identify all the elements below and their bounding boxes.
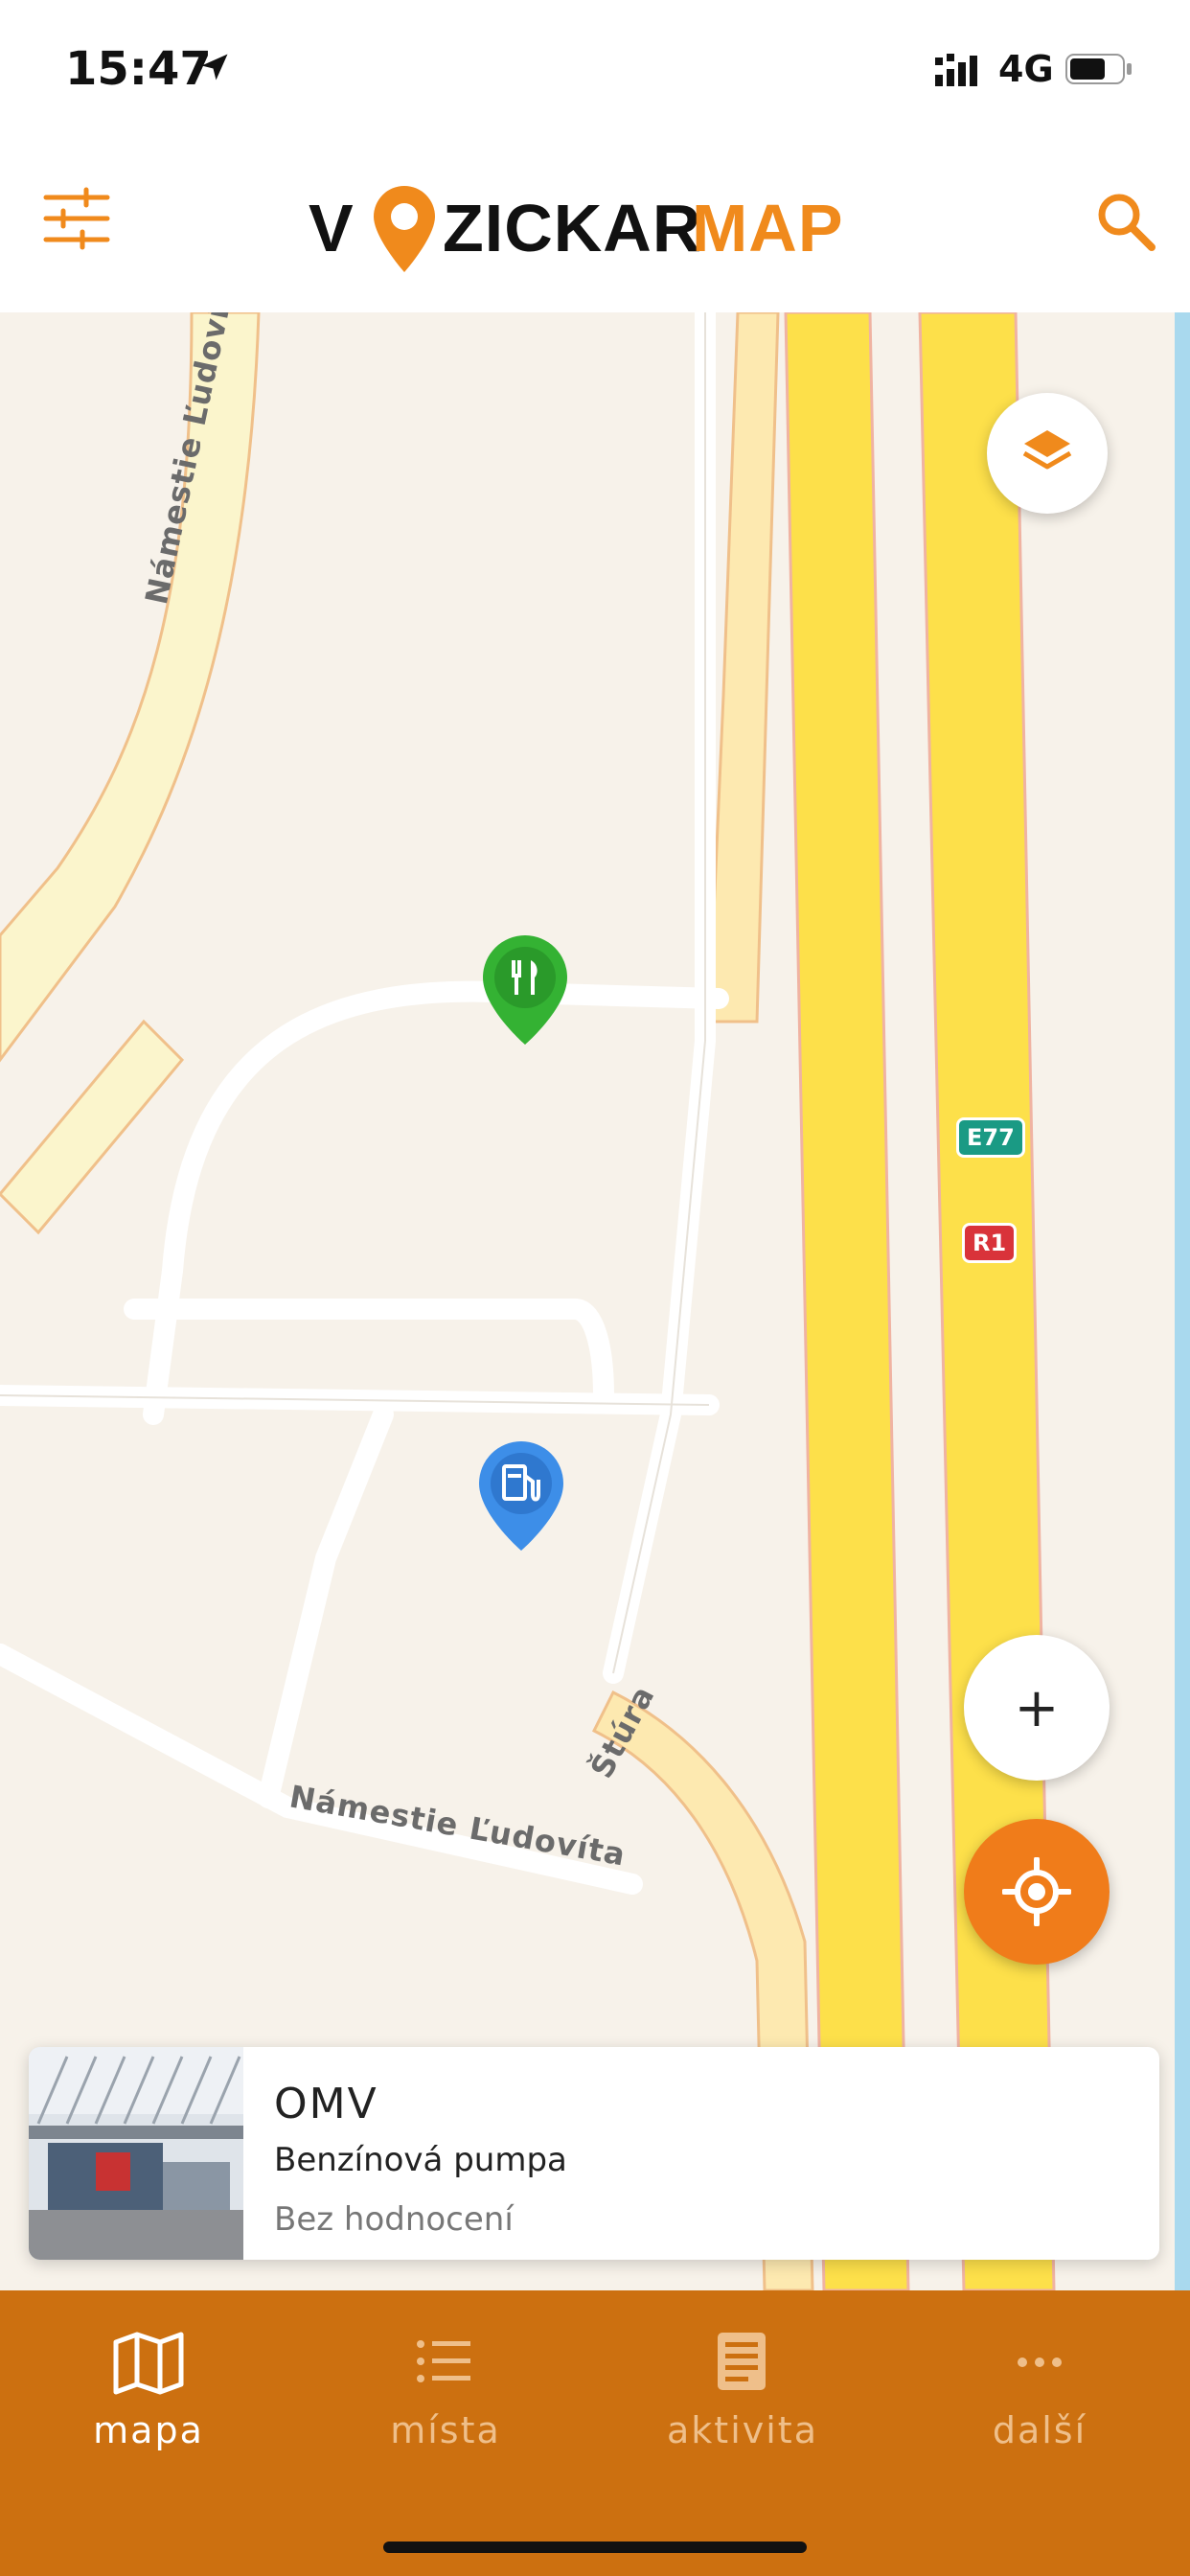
status-bar: 15:47 4G bbox=[0, 0, 1190, 144]
tab-dalsi[interactable]: další bbox=[925, 2329, 1155, 2463]
app-header: V ZICKAR MAP bbox=[0, 144, 1190, 312]
feed-icon bbox=[718, 2333, 766, 2390]
fuel-marker[interactable] bbox=[475, 1438, 567, 1554]
tab-mista[interactable]: místa bbox=[331, 2329, 561, 2463]
bottom-tab-bar: mapa místa aktivita další bbox=[0, 2290, 1190, 2576]
app-logo: V ZICKAR MAP bbox=[309, 186, 844, 272]
tab-label-aktivita: aktivita bbox=[667, 2409, 818, 2451]
signal-icon bbox=[935, 54, 977, 86]
svg-text:ZICKAR: ZICKAR bbox=[443, 191, 701, 265]
svg-text:MAP: MAP bbox=[692, 191, 844, 265]
sliders-icon[interactable] bbox=[38, 180, 115, 257]
location-arrow-icon bbox=[201, 54, 228, 80]
home-indicator bbox=[383, 2542, 807, 2553]
locate-me-button[interactable] bbox=[964, 1819, 1110, 1965]
map-view[interactable]: Námestie Ľudovíta Š Námestie Ľudovíta Št… bbox=[0, 312, 1190, 2290]
status-time: 15:47 bbox=[65, 42, 212, 96]
place-card[interactable]: OMV Benzínová pumpa Bez hodnocení bbox=[29, 2047, 1159, 2260]
place-rating: Bez hodnocení bbox=[274, 2200, 514, 2239]
logo-pin-icon bbox=[374, 186, 435, 272]
search-icon[interactable] bbox=[1092, 188, 1159, 255]
crosshair-icon bbox=[1002, 1857, 1071, 1926]
map-layers-button[interactable] bbox=[987, 393, 1108, 514]
zoom-in-button[interactable]: + bbox=[964, 1635, 1110, 1781]
more-icon bbox=[1018, 2358, 1062, 2367]
map-roads bbox=[0, 312, 1190, 2290]
tab-label-mista: místa bbox=[390, 2409, 501, 2451]
tab-aktivita[interactable]: aktivita bbox=[628, 2329, 858, 2463]
tab-label-dalsi: další bbox=[992, 2409, 1087, 2451]
restaurant-marker[interactable] bbox=[479, 932, 571, 1048]
tab-mapa[interactable]: mapa bbox=[34, 2329, 263, 2463]
place-type: Benzínová pumpa bbox=[274, 2141, 567, 2179]
list-icon bbox=[417, 2340, 470, 2382]
road-shield-r1: R1 bbox=[962, 1223, 1018, 1263]
layers-icon bbox=[1022, 430, 1072, 470]
place-title: OMV bbox=[274, 2080, 378, 2128]
network-type: 4G bbox=[998, 48, 1054, 90]
road-shield-e77: E77 bbox=[956, 1117, 1025, 1158]
map-icon bbox=[113, 2332, 184, 2395]
place-photo bbox=[29, 2047, 243, 2260]
battery-icon bbox=[1065, 54, 1132, 84]
svg-text:V: V bbox=[309, 191, 354, 265]
tab-label-mapa: mapa bbox=[93, 2409, 204, 2451]
